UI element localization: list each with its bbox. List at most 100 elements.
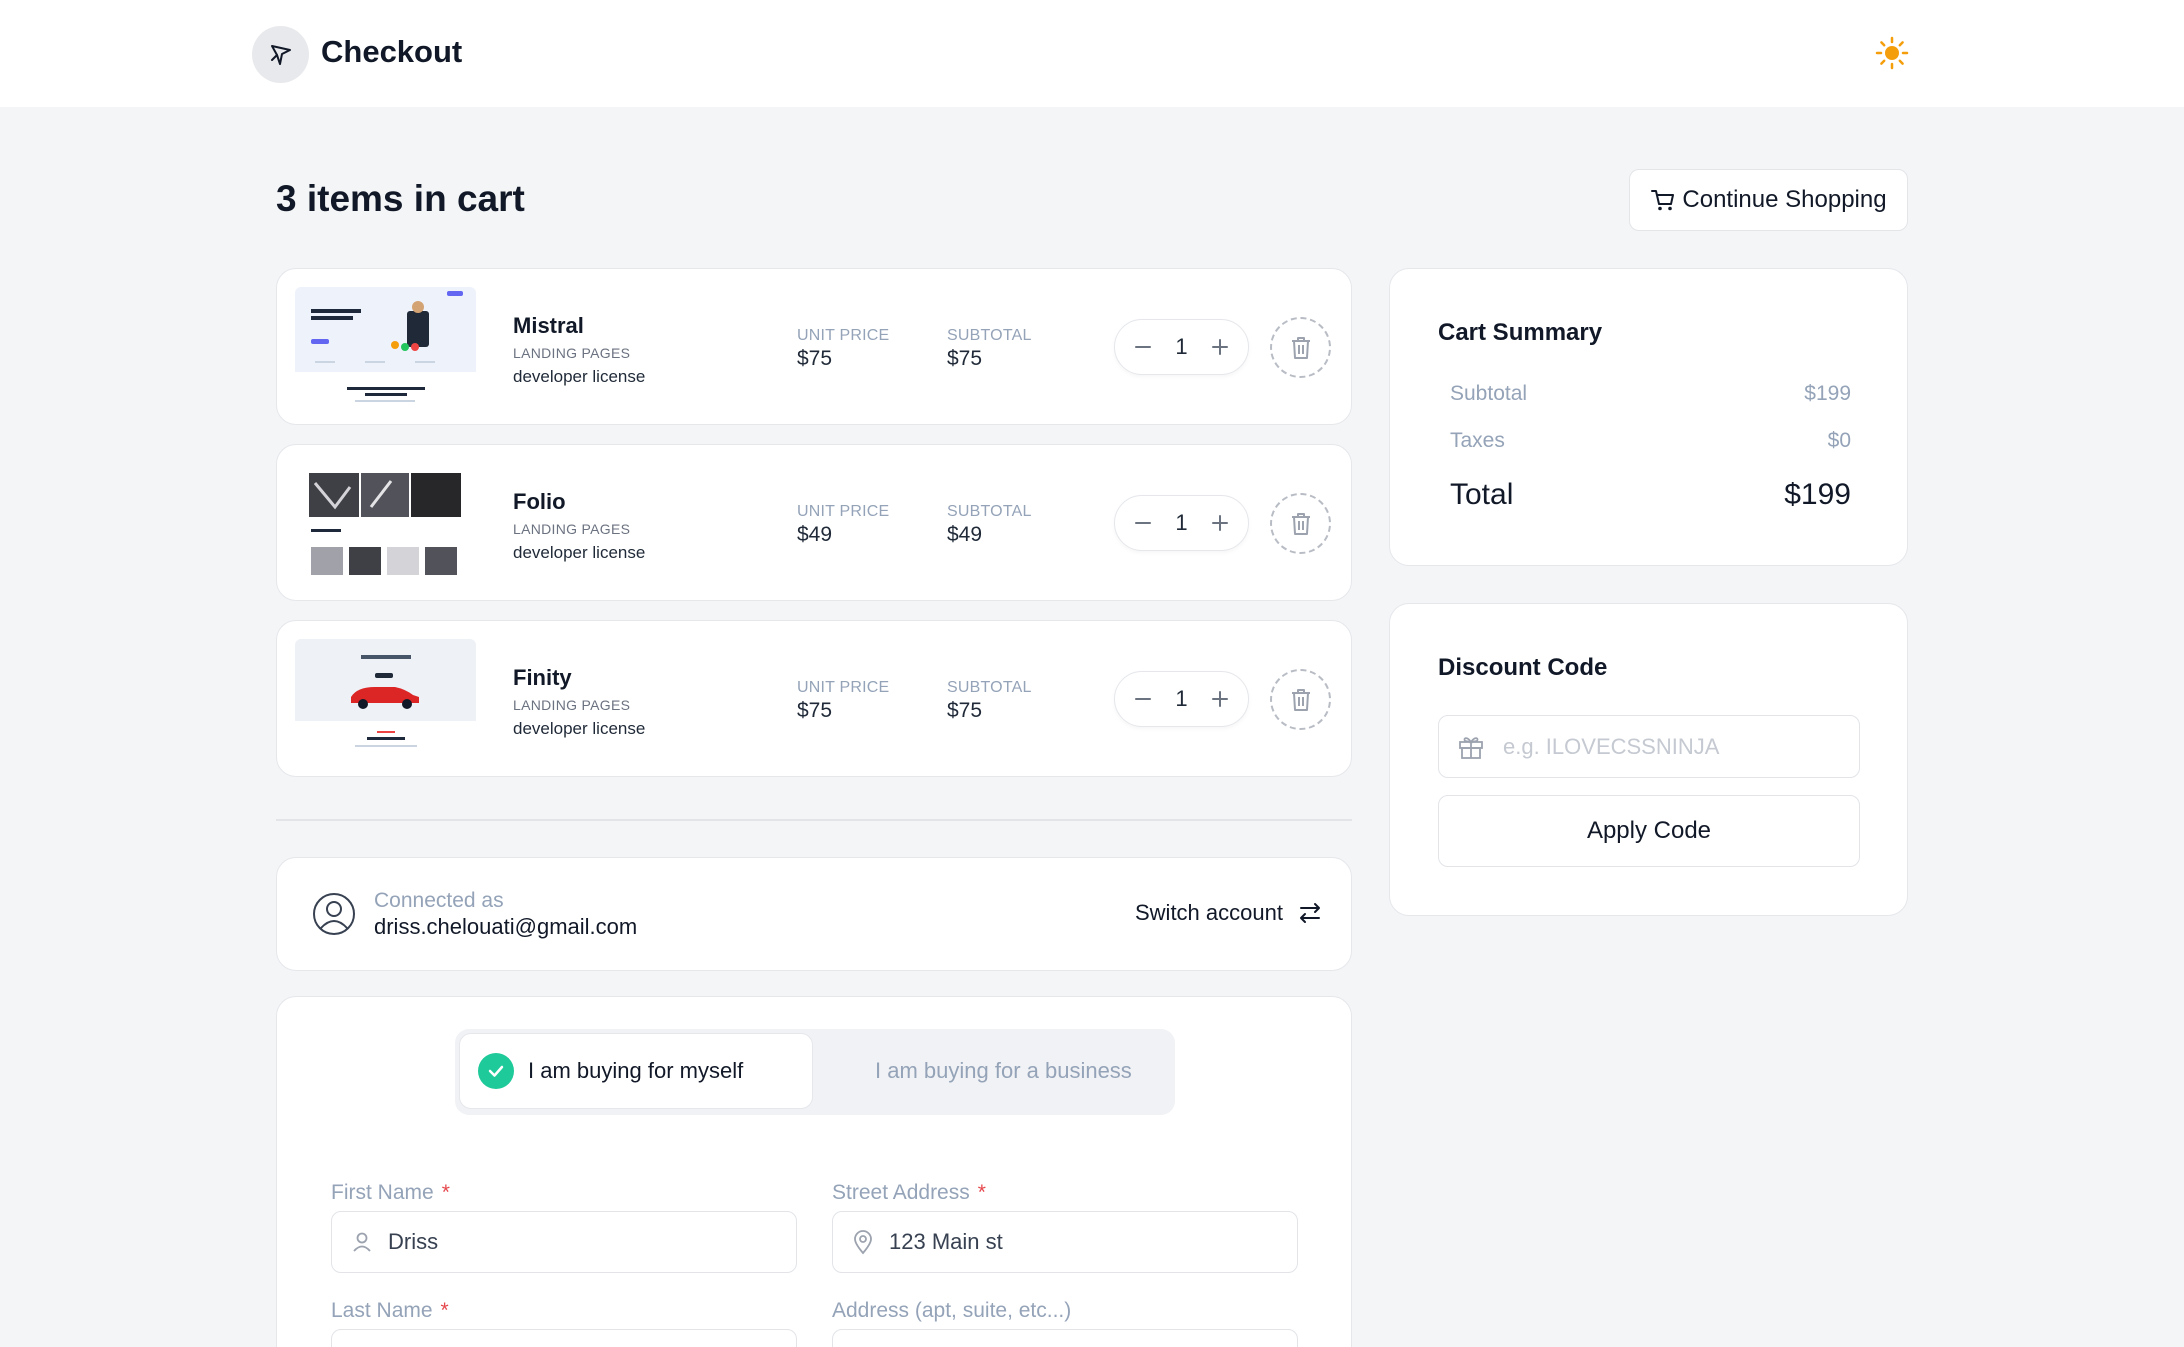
- top-bar: Checkout: [0, 0, 2184, 107]
- decrease-quantity-button[interactable]: [1131, 511, 1155, 535]
- subtotal-label: SUBTOTAL: [947, 679, 1032, 696]
- last-name-field[interactable]: [331, 1329, 797, 1347]
- subtotal-value: $75: [947, 347, 983, 370]
- unit-price-label: UNIT PRICE: [797, 327, 890, 344]
- cart-item-folio: Folio LANDING PAGES developer license UN…: [276, 444, 1352, 601]
- quantity-stepper: 1: [1114, 495, 1249, 551]
- account-email: driss.chelouati@gmail.com: [374, 914, 638, 939]
- subtotal-label: SUBTOTAL: [947, 503, 1032, 520]
- summary-total-label: Total: [1450, 478, 1514, 511]
- decrease-quantity-button[interactable]: [1131, 335, 1155, 359]
- summary-total-row: Total $199: [1450, 478, 1851, 512]
- remove-item-button[interactable]: [1270, 493, 1331, 554]
- first-name-field[interactable]: Driss: [331, 1211, 797, 1273]
- sun-icon: [1875, 36, 1909, 70]
- summary-taxes-row: Taxes $0: [1450, 429, 1851, 453]
- switch-account-button[interactable]: Switch account: [1135, 900, 1323, 926]
- item-license: developer license: [513, 543, 646, 562]
- cart-icon: [1651, 190, 1675, 211]
- item-license: developer license: [513, 719, 646, 738]
- cart-item-mistral: Mistral LANDING PAGES developer license …: [276, 268, 1352, 425]
- trash-icon: [1291, 336, 1310, 359]
- account-card: Connected as driss.chelouati@gmail.com S…: [276, 857, 1352, 971]
- section-divider: [276, 819, 1352, 821]
- discount-code-title: Discount Code: [1438, 654, 1608, 681]
- apply-code-button[interactable]: Apply Code: [1438, 795, 1860, 867]
- cart-heading: 3 items in cart: [276, 178, 525, 219]
- remove-item-button[interactable]: [1270, 317, 1331, 378]
- cart-summary-card: Cart Summary Subtotal $199 Taxes $0 Tota…: [1389, 268, 1908, 566]
- trash-icon: [1291, 512, 1310, 535]
- product-thumbnail: [295, 287, 476, 408]
- map-pin-icon: [854, 1230, 872, 1255]
- compass-star-icon: [270, 44, 291, 65]
- billing-form-card: I am buying for myself I am buying for a…: [276, 996, 1352, 1347]
- address-line2-field[interactable]: [832, 1329, 1298, 1347]
- increase-quantity-button[interactable]: [1208, 335, 1232, 359]
- item-category: LANDING PAGES: [513, 521, 631, 537]
- cart-summary-title: Cart Summary: [1438, 319, 1603, 346]
- unit-price-value: $75: [797, 347, 833, 370]
- unit-price-value: $49: [797, 523, 833, 546]
- street-address-label: Street Address *: [832, 1181, 986, 1204]
- discount-code-field[interactable]: [1438, 715, 1860, 778]
- address-line2-label: Address (apt, suite, etc...): [832, 1299, 1072, 1322]
- product-thumbnail: [295, 639, 476, 760]
- buying-for-myself-label: I am buying for myself: [528, 1058, 744, 1083]
- check-icon: [478, 1053, 514, 1089]
- continue-shopping-button[interactable]: Continue Shopping: [1629, 169, 1908, 231]
- discount-code-input[interactable]: [1503, 733, 1833, 760]
- summary-total-value: $199: [1784, 478, 1851, 511]
- continue-shopping-label: Continue Shopping: [1682, 186, 1887, 213]
- last-name-label: Last Name *: [331, 1299, 449, 1322]
- user-icon: [353, 1232, 371, 1252]
- minus-icon: [1135, 346, 1151, 348]
- street-address-value: 123 Main st: [889, 1229, 1003, 1254]
- logo[interactable]: [252, 26, 309, 83]
- unit-price-value: $75: [797, 699, 833, 722]
- quantity-stepper: 1: [1114, 319, 1249, 375]
- user-circle-icon: [313, 893, 355, 935]
- quantity-value: 1: [1175, 686, 1188, 711]
- swap-arrows-icon: [1299, 903, 1320, 923]
- buyer-type-toggle: I am buying for myself I am buying for a…: [455, 1029, 1175, 1115]
- quantity-stepper: 1: [1114, 671, 1249, 727]
- summary-subtotal-label: Subtotal: [1450, 382, 1528, 405]
- quantity-value: 1: [1175, 334, 1188, 359]
- cart-item-finity: Finity LANDING PAGES developer license U…: [276, 620, 1352, 777]
- unit-price-label: UNIT PRICE: [797, 503, 890, 520]
- switch-account-label: Switch account: [1135, 900, 1283, 925]
- remove-item-button[interactable]: [1270, 669, 1331, 730]
- item-license: developer license: [513, 367, 646, 386]
- plus-icon: [1212, 339, 1228, 355]
- minus-icon: [1135, 698, 1151, 700]
- first-name-value: Driss: [388, 1229, 439, 1254]
- item-name: Finity: [513, 665, 572, 690]
- item-name: Folio: [513, 489, 566, 514]
- buying-for-business-label: I am buying for a business: [875, 1058, 1132, 1083]
- discount-code-card: Discount Code Apply Code: [1389, 603, 1908, 916]
- theme-toggle-button[interactable]: [1873, 34, 1911, 72]
- summary-subtotal-row: Subtotal $199: [1450, 382, 1851, 406]
- app-title: Checkout: [321, 34, 463, 69]
- trash-icon: [1291, 688, 1310, 711]
- minus-icon: [1135, 522, 1151, 524]
- buying-for-myself-option[interactable]: I am buying for myself: [459, 1033, 813, 1109]
- quantity-value: 1: [1175, 510, 1188, 535]
- street-address-field[interactable]: 123 Main st: [832, 1211, 1298, 1273]
- item-name: Mistral: [513, 313, 584, 338]
- subtotal-value: $75: [947, 699, 983, 722]
- summary-taxes-value: $0: [1827, 429, 1851, 452]
- summary-subtotal-value: $199: [1804, 382, 1851, 405]
- first-name-label: First Name *: [331, 1181, 450, 1204]
- plus-icon: [1212, 691, 1228, 707]
- buying-for-business-option[interactable]: I am buying for a business: [875, 1033, 1132, 1109]
- increase-quantity-button[interactable]: [1208, 511, 1232, 535]
- item-category: LANDING PAGES: [513, 345, 631, 361]
- subtotal-value: $49: [947, 523, 983, 546]
- summary-taxes-label: Taxes: [1450, 429, 1505, 452]
- subtotal-label: SUBTOTAL: [947, 327, 1032, 344]
- increase-quantity-button[interactable]: [1208, 687, 1232, 711]
- plus-icon: [1212, 515, 1228, 531]
- decrease-quantity-button[interactable]: [1131, 687, 1155, 711]
